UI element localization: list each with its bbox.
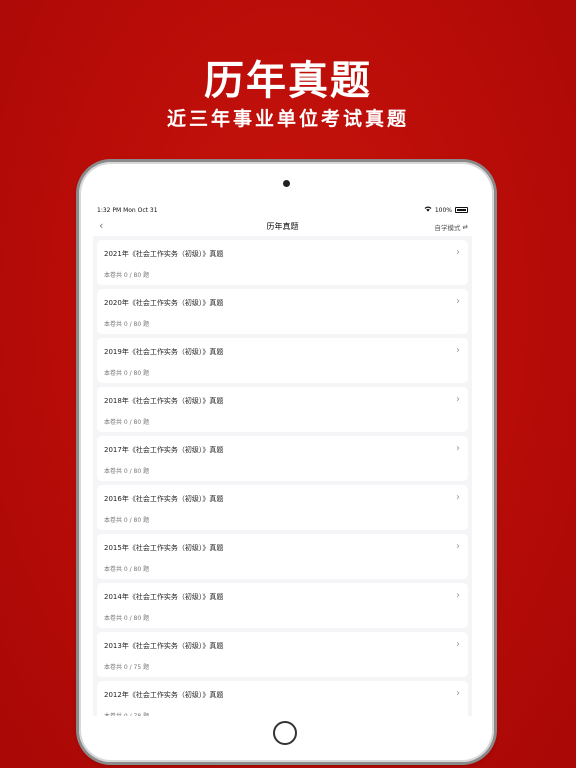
paper-progress: 本卷共 0 / 80 题 [104,517,150,524]
paper-progress: 本卷共 0 / 80 题 [104,321,150,328]
status-time: 1:32 PM Mon Oct 31 [97,207,158,214]
paper-progress: 本卷共 0 / 80 题 [104,566,150,573]
battery-icon [455,207,468,213]
paper-card[interactable]: 2021年《社会工作实务（初级）》真题 本卷共 0 / 80 题 › [97,240,468,285]
status-bar: 1:32 PM Mon Oct 31 100% [93,204,472,216]
chevron-right-icon: › [456,247,460,258]
page-title: 历年真题 [266,222,299,231]
chevron-right-icon: › [456,639,460,650]
paper-progress: 本卷共 0 / 80 题 [104,468,150,475]
chevron-right-icon: › [456,541,460,552]
app-screen: 1:32 PM Mon Oct 31 100% ‹ 历年真题 自学模式 ⇄ 20… [93,204,472,716]
paper-title: 2019年《社会工作实务（初级）》真题 [104,348,224,356]
paper-title: 2014年《社会工作实务（初级）》真题 [104,593,224,601]
paper-title: 2017年《社会工作实务（初级）》真题 [104,446,224,454]
paper-progress: 本卷共 0 / 80 题 [104,419,150,426]
paper-card[interactable]: 2018年《社会工作实务（初级）》真题 本卷共 0 / 80 题 › [97,387,468,432]
battery-percent: 100% [434,206,452,214]
paper-card[interactable]: 2012年《社会工作实务（初级）》真题本卷共 0 / 78 题 › [97,681,468,716]
promo-subline: 近三年事业单位考试真题 [166,108,409,130]
chevron-right-icon: › [456,443,460,454]
tablet-frame: 1:32 PM Mon Oct 31 100% ‹ 历年真题 自学模式 ⇄ 20… [79,162,494,762]
paper-progress: 本卷共 0 / 75 题 [104,664,150,671]
paper-card[interactable]: 2013年《社会工作实务（初级）》真题 本卷共 0 / 75 题 › [97,632,468,677]
paper-title: 2015年《社会工作实务（初级）》真题 [104,544,224,552]
paper-title: 2016年《社会工作实务（初级）》真题 [104,495,224,503]
swap-icon: ⇄ [462,223,468,231]
chevron-right-icon: › [456,688,460,699]
paper-card[interactable]: 2014年《社会工作实务（初级）》真题 本卷共 0 / 80 题 › [97,583,468,628]
paper-card[interactable]: 2019年《社会工作实务（初级）》真题 本卷共 0 / 80 题 › [97,338,468,383]
paper-progress: 本卷共 0 / 80 题 [104,370,150,377]
study-mode-label: 自学模式 [434,224,461,232]
promo-headline: 历年真题 [204,58,372,104]
status-right: 100% [424,206,468,214]
chevron-right-icon: › [456,590,460,601]
paper-progress: 本卷共 0 / 80 题 [104,272,150,279]
paper-list: 2021年《社会工作实务（初级）》真题 本卷共 0 / 80 题 › 2020年《社会… [93,240,472,716]
paper-title: 2012年《社会工作实务（初级）》真题 [104,691,224,699]
paper-title: 2020年《社会工作实务（初级）》真题 [104,299,224,307]
paper-card[interactable]: 2016年《社会工作实务（初级）》真题 本卷共 0 / 80 题 › [97,485,468,530]
paper-title: 2013年《社会工作实务（初级）》真题 [104,642,224,650]
paper-title: 2021年《社会工作实务（初级）》真题 [104,250,224,258]
home-button[interactable] [273,721,297,745]
paper-card[interactable]: 2017年《社会工作实务（初级）》真题 本卷共 0 / 80 题 › [97,436,468,481]
chevron-right-icon: › [456,345,460,356]
chevron-right-icon: › [456,394,460,405]
camera-dot [283,180,290,187]
chevron-right-icon: › [456,492,460,503]
chevron-right-icon: › [456,296,460,307]
wifi-icon [424,206,432,214]
paper-card[interactable]: 2015年《社会工作实务（初级）》真题 本卷共 0 / 80 题 › [97,534,468,579]
study-mode-button[interactable]: 自学模式 ⇄ [435,222,468,232]
nav-bar: ‹ 历年真题 自学模式 ⇄ [93,216,472,236]
paper-progress: 本卷共 0 / 78 题 [104,711,149,716]
paper-progress: 本卷共 0 / 80 题 [104,615,150,622]
paper-title: 2018年《社会工作实务（初级）》真题 [104,397,224,405]
paper-card[interactable]: 2020年《社会工作实务（初级）》真题 本卷共 0 / 80 题 › [97,289,468,334]
